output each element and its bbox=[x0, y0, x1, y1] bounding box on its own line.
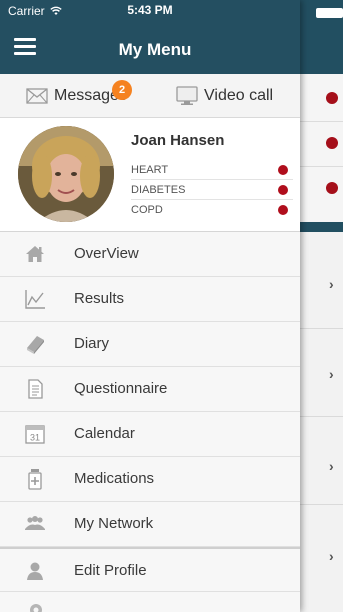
background-divider bbox=[300, 416, 343, 417]
background-divider bbox=[300, 504, 343, 505]
menu-list: OverView Results Diary Questionnaire 31 … bbox=[0, 232, 300, 592]
condition-label: DIABETES bbox=[131, 184, 186, 196]
menu-item-questionnaire[interactable]: Questionnaire bbox=[0, 367, 300, 412]
menu-item-label: Medications bbox=[74, 470, 155, 487]
messages-button[interactable]: Messages bbox=[26, 74, 127, 118]
book-icon bbox=[27, 336, 44, 354]
menu-item-label: Diary bbox=[74, 335, 110, 352]
menu-title: My Menu bbox=[118, 40, 192, 59]
background-strip bbox=[300, 222, 343, 232]
video-call-button[interactable]: Video call bbox=[176, 74, 273, 118]
avatar[interactable] bbox=[18, 126, 114, 222]
menu-item-calendar[interactable]: 31 Calendar bbox=[0, 412, 300, 457]
background-divider bbox=[300, 121, 343, 122]
drawer-header: Carrier 5:43 PM My Menu bbox=[0, 0, 300, 74]
messages-badge: 2 bbox=[112, 80, 132, 100]
background-list bbox=[300, 232, 343, 612]
condition-label: HEART bbox=[131, 164, 169, 176]
chart-icon bbox=[25, 290, 45, 309]
menu-item-label: My Network bbox=[74, 515, 154, 532]
background-divider bbox=[300, 328, 343, 329]
status-dot bbox=[278, 165, 288, 175]
condition-label: COPD bbox=[131, 204, 163, 216]
action-bar: Messages 2 Video call bbox=[0, 74, 300, 118]
menu-item-overview[interactable]: OverView bbox=[0, 232, 300, 277]
menu-item-results[interactable]: Results bbox=[0, 277, 300, 322]
battery-icon bbox=[316, 8, 343, 18]
profile-name: Joan Hansen bbox=[131, 132, 225, 149]
chevron-right-icon[interactable]: › bbox=[329, 366, 334, 382]
menu-item-label: Results bbox=[74, 290, 125, 307]
medication-icon bbox=[28, 469, 42, 490]
status-time: 5:43 PM bbox=[127, 3, 173, 17]
menu-item-label: Questionnaire bbox=[74, 380, 168, 397]
calendar-icon-date: 31 bbox=[30, 433, 40, 443]
document-icon bbox=[28, 379, 43, 399]
menu-item-diary[interactable]: Diary bbox=[0, 322, 300, 367]
menu-item-label: Edit Profile bbox=[74, 562, 147, 579]
status-dot bbox=[278, 185, 288, 195]
person-icon bbox=[27, 562, 43, 580]
condition-row[interactable]: DIABETES bbox=[131, 180, 293, 200]
side-menu-drawer: Carrier 5:43 PM My Menu Messages 2 Video… bbox=[0, 0, 300, 612]
chevron-right-icon[interactable]: › bbox=[329, 548, 334, 564]
monitor-icon bbox=[176, 86, 198, 105]
profile-card[interactable]: Joan Hansen HEART DIABETES COPD bbox=[0, 118, 300, 232]
video-call-label: Video call bbox=[204, 87, 274, 104]
home-icon bbox=[26, 246, 44, 262]
condition-row[interactable]: COPD bbox=[131, 200, 293, 220]
background-status-dot bbox=[326, 92, 338, 104]
menu-item-my-network[interactable]: My Network bbox=[0, 502, 300, 547]
menu-item-label: Calendar bbox=[74, 425, 135, 442]
condition-row[interactable]: HEART bbox=[131, 160, 293, 180]
menu-item-edit-profile[interactable]: Edit Profile bbox=[0, 547, 300, 592]
gear-icon bbox=[30, 604, 42, 612]
people-icon bbox=[25, 516, 45, 530]
chevron-right-icon[interactable]: › bbox=[329, 458, 334, 474]
background-status-dot bbox=[326, 137, 338, 149]
background-status-dot bbox=[326, 182, 338, 194]
menu-item-medications[interactable]: Medications bbox=[0, 457, 300, 502]
envelope-icon bbox=[26, 88, 48, 104]
chevron-right-icon[interactable]: › bbox=[329, 276, 334, 292]
menu-item-label: OverView bbox=[74, 245, 139, 262]
background-divider bbox=[300, 166, 343, 167]
avatar-image bbox=[18, 126, 114, 222]
status-dot bbox=[278, 205, 288, 215]
calendar-icon: 31 bbox=[25, 425, 45, 444]
